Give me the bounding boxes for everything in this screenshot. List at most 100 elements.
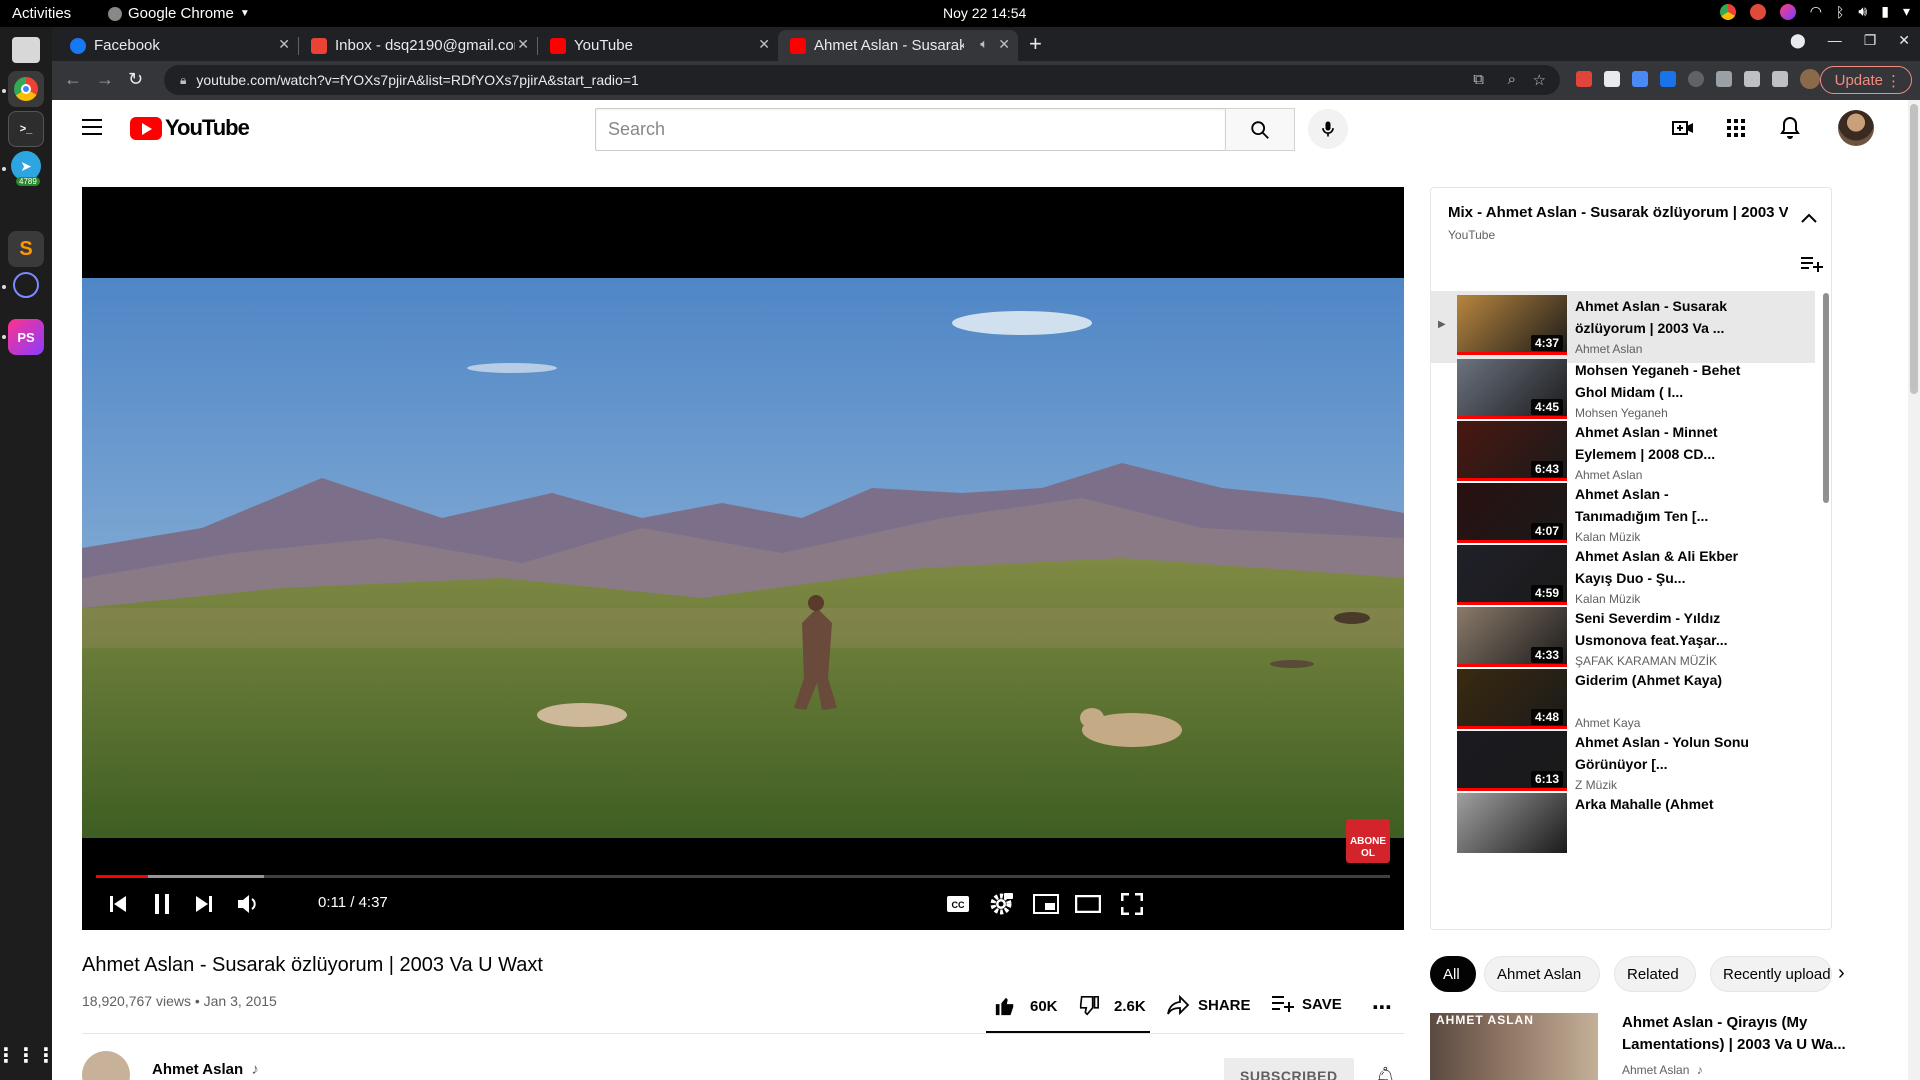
tab-gmail[interactable]: Inbox - dsq2190@gmail.com ✕ <box>299 30 537 61</box>
playlist-scrollbar[interactable] <box>1823 293 1829 503</box>
account-avatar[interactable] <box>1838 110 1874 146</box>
playlist-item-title[interactable]: Ahmet Aslan - Tanımadığım Ten [... <box>1575 483 1753 527</box>
address-bar[interactable]: 🔒︎ youtube.com/watch?v=fYOXs7pjirA&list=… <box>164 65 1560 95</box>
chip-related[interactable]: Related <box>1614 956 1696 992</box>
minimize-icon[interactable]: — <box>1828 32 1842 49</box>
playlist-item-thumbnail[interactable]: 4:45 <box>1457 359 1567 419</box>
tab-facebook[interactable]: Facebook ✕ <box>58 30 298 61</box>
save-button[interactable]: SAVE <box>1272 995 1342 1013</box>
playlist-item-thumbnail[interactable]: 4:59 <box>1457 545 1567 605</box>
phpstorm-icon[interactable]: PS <box>8 319 44 355</box>
close-icon[interactable]: ✕ <box>517 36 529 53</box>
url-text[interactable]: youtube.com/watch?v=fYOXs7pjirA&list=RDf… <box>196 72 638 88</box>
playlist-item-thumbnail[interactable]: 4:33 <box>1457 607 1567 667</box>
scrollbar-thumb[interactable] <box>1910 104 1918 394</box>
related-video-channel[interactable]: Ahmet Aslan ♪ <box>1622 1063 1703 1077</box>
playlist-item-title[interactable]: Ahmet Aslan & Ali Ekber Kayış Duo - Şu..… <box>1575 545 1753 589</box>
related-video-title[interactable]: Ahmet Aslan - Qirayıs (My Lamentations) … <box>1622 1012 1852 1056</box>
more-actions-button[interactable]: ⋯ <box>1372 995 1392 1020</box>
share-button[interactable]: SHARE <box>1166 995 1251 1015</box>
reload-icon[interactable]: ↻ <box>128 69 143 90</box>
apps-grid-icon[interactable] <box>1724 116 1748 140</box>
tab-youtube[interactable]: YouTube ✕ <box>538 30 778 61</box>
update-button[interactable]: Update ⋮ <box>1819 66 1912 94</box>
playlist-item-title[interactable]: Ahmet Aslan - Minnet Eylemem | 2008 CD..… <box>1575 421 1753 465</box>
chrome-dock-icon[interactable] <box>8 71 44 107</box>
extension-icon[interactable] <box>1604 71 1620 87</box>
app-circle-icon[interactable] <box>13 272 39 298</box>
playlist-item-title[interactable]: Arka Mahalle (Ahmet <box>1575 793 1753 815</box>
miniplayer-button[interactable] <box>1032 891 1060 917</box>
open-in-app-icon[interactable]: ⧉ <box>1473 71 1484 88</box>
files-icon[interactable] <box>12 37 40 63</box>
subscribe-watermark[interactable]: ABONE OL <box>1346 819 1390 863</box>
system-tray[interactable]: ◠ ᛒ 🔊︎ ▮ ▾ <box>1719 3 1910 20</box>
new-tab-button[interactable]: + <box>1029 31 1042 57</box>
subscribed-button[interactable]: SUBSCRIBED <box>1224 1058 1354 1080</box>
notification-bell-button[interactable]: 🔔︎ <box>1374 1066 1397 1080</box>
fullscreen-button[interactable] <box>1118 891 1146 917</box>
like-button[interactable]: 60K <box>994 995 1058 1017</box>
playlist-item-title[interactable]: Mohsen Yeganeh - Behet Ghol Midam ( I... <box>1575 359 1753 403</box>
power-menu-icon[interactable]: ▾ <box>1903 3 1910 20</box>
playlist-item-title[interactable]: Seni Severdim - Yıldız Usmonova feat.Yaş… <box>1575 607 1753 651</box>
create-video-icon[interactable] <box>1671 116 1695 140</box>
close-window-icon[interactable]: ✕ <box>1898 32 1910 49</box>
close-icon[interactable]: ✕ <box>278 36 290 53</box>
sublime-text-icon[interactable]: S <box>8 231 44 267</box>
playlist-item[interactable]: ▶ 4:37 Ahmet Aslan - Susarak özlüyorum | 2… <box>1431 291 1815 363</box>
playlist-item-thumbnail[interactable] <box>1457 793 1567 853</box>
playlist-item-thumbnail[interactable]: 6:13 <box>1457 731 1567 791</box>
bookmark-star-icon[interactable]: ☆ <box>1533 71 1546 89</box>
back-icon[interactable]: ← <box>64 69 82 90</box>
lock-icon[interactable]: 🔒︎ <box>180 73 186 88</box>
profile-avatar[interactable] <box>1800 69 1820 89</box>
channel-avatar[interactable] <box>82 1051 130 1080</box>
playlist-title[interactable]: Mix - Ahmet Aslan - Susarak özlüyorum | … <box>1448 204 1788 221</box>
extension-icon[interactable] <box>1660 71 1676 87</box>
wifi-icon[interactable]: ◠ <box>1810 3 1822 20</box>
reading-list-icon[interactable] <box>1772 71 1788 87</box>
chevron-right-icon[interactable]: › <box>1838 962 1845 985</box>
chip-all[interactable]: All <box>1430 956 1476 992</box>
app-menu[interactable]: Google Chrome ▼ <box>108 5 250 22</box>
activities-button[interactable]: Activities <box>12 5 71 22</box>
extension-icon[interactable] <box>1688 71 1704 87</box>
mute-button[interactable] <box>234 891 262 917</box>
tab-search-icon[interactable]: ⬤ <box>1790 32 1806 49</box>
save-playlist-button[interactable] <box>1801 256 1823 277</box>
playlist-item-thumbnail[interactable]: 6:43 <box>1457 421 1567 481</box>
pause-button[interactable] <box>148 891 176 917</box>
extension-icon[interactable] <box>1716 71 1732 87</box>
notifications-bell-icon[interactable] <box>1778 116 1802 140</box>
extension-icon[interactable] <box>1632 71 1648 87</box>
chip-ahmet-aslan[interactable]: Ahmet Aslan <box>1484 956 1600 992</box>
captions-button[interactable]: CC <box>944 891 972 917</box>
video-player[interactable]: ABONE OL 0:11 / 4:37 CC <box>82 187 1404 930</box>
audio-playing-icon[interactable]: 🔈︎ <box>980 36 988 52</box>
settings-button[interactable] <box>987 891 1015 917</box>
puzzle-icon[interactable] <box>1744 71 1760 87</box>
playlist-item-thumbnail[interactable]: 4:07 <box>1457 483 1567 543</box>
tab-active-video[interactable]: Ahmet Aslan - Susarak 🔈︎ ✕ <box>778 30 1018 61</box>
next-button[interactable] <box>190 891 218 917</box>
playlist-item-thumbnail[interactable]: 4:37 <box>1457 295 1567 355</box>
channel-name[interactable]: Ahmet Aslan ♪ <box>152 1061 259 1078</box>
collapse-playlist-button[interactable] <box>1801 210 1817 228</box>
clock[interactable]: Noy 22 14:54 <box>943 5 1026 21</box>
playlist-item[interactable]: Arka Mahalle (Ahmet <box>1431 789 1815 861</box>
playlist-item-title[interactable]: Giderim (Ahmet Kaya) <box>1575 669 1753 691</box>
battery-icon[interactable]: ▮ <box>1881 3 1889 20</box>
dislike-button[interactable]: 2.6K <box>1078 995 1146 1017</box>
search-button[interactable] <box>1225 108 1295 151</box>
previous-button[interactable] <box>104 891 132 917</box>
theater-mode-button[interactable] <box>1074 891 1102 917</box>
page-scrollbar[interactable] <box>1908 100 1920 1080</box>
close-icon[interactable]: ✕ <box>998 36 1010 53</box>
bluetooth-icon[interactable]: ᛒ <box>1836 4 1844 20</box>
volume-icon[interactable]: 🔊︎ <box>1858 3 1867 20</box>
related-video-thumbnail[interactable]: AHMET ASLAN <box>1430 1013 1598 1080</box>
adblock-extension-icon[interactable] <box>1576 71 1592 87</box>
show-applications-icon[interactable]: ⋮⋮⋮ <box>0 1037 56 1073</box>
playlist-item-thumbnail[interactable]: 4:48 <box>1457 669 1567 729</box>
